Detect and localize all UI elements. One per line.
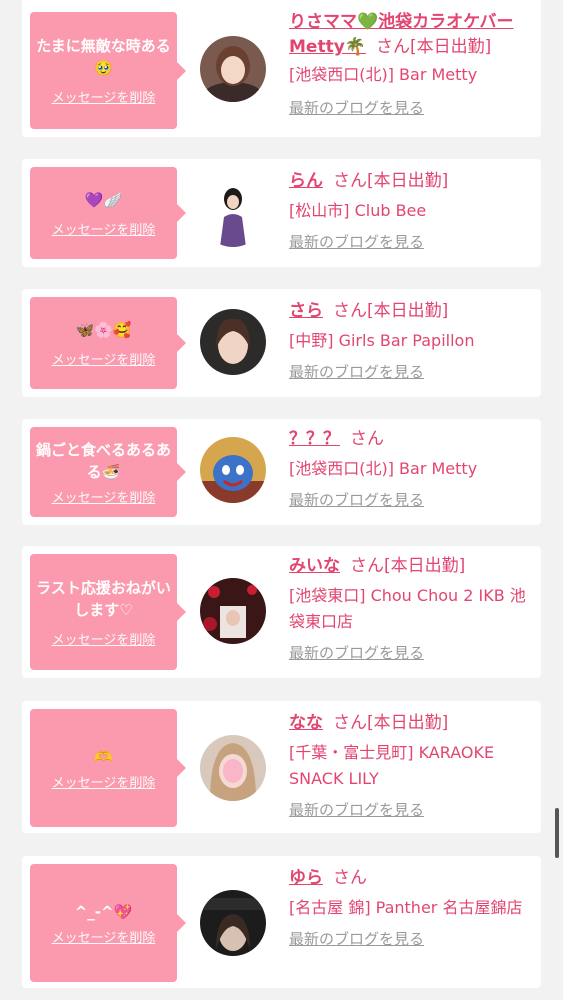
message-text: 🦋🌸🥰 [75,320,132,339]
honorific: さん [333,713,367,733]
delete-message-link[interactable]: メッセージを削除 [52,772,156,791]
message-bubble: 💜🪽 メッセージを削除 [30,167,186,259]
status-badge: [本日出勤] [367,301,449,321]
list-item: 鍋ごと食べるあるある🍜 メッセージを削除 ？？？ さん [池袋西口(北)] Bar… [22,419,541,525]
honorific: さん [333,301,367,321]
honorific: さん [375,37,410,57]
message-text: 💜🪽 [84,190,123,209]
list-item: ^_-^💖 メッセージを削除 ゆら さん [名古屋 錦] Panther 名古屋錦… [22,856,541,988]
shop-info: [千葉・富士見町] KARAOKE SNACK LILY [289,743,495,788]
scrollbar[interactable] [555,808,559,858]
status-badge: [本日出勤] [367,171,449,191]
cast-name-link[interactable]: なな [289,713,323,733]
delete-message-link[interactable]: メッセージを削除 [52,349,156,368]
shop-info: [池袋西口(北)] Bar Metty [289,459,478,478]
message-text: ^_-^💖 [74,902,133,921]
message-bubble: たまに無敵な時ある🥹 メッセージを削除 [30,12,186,129]
shop-info: [松山市] Club Bee [289,201,427,220]
shop-info: [池袋東口] Chou Chou 2 IKB 池袋東口店 [289,586,526,631]
honorific: さん [333,171,367,191]
message-bubble: 🦋🌸🥰 メッセージを削除 [30,297,186,389]
message-text: 鍋ごと食べるあるある🍜 [36,440,172,481]
shop-info: [中野] Girls Bar Papillon [289,331,475,350]
avatar[interactable] [200,437,266,503]
avatar[interactable] [200,735,266,801]
avatar[interactable] [200,309,266,375]
cast-info: みいな さん[本日出勤] [池袋東口] Chou Chou 2 IKB 池袋東口店… [289,554,529,663]
cast-name-link[interactable]: らん [289,171,323,191]
message-text: 🫶 [94,747,113,766]
list-item: 💜🪽 メッセージを削除 らん さん[本日出勤] [松山市] Club Bee 最新… [22,159,541,267]
delete-message-link[interactable]: メッセージを削除 [52,487,156,506]
message-bubble: 鍋ごと食べるあるある🍜 メッセージを削除 [30,427,186,517]
list-item: ラスト応援おねがいします♡ メッセージを削除 みいな さん[本日出勤] [池袋東口… [22,546,541,678]
avatar[interactable] [200,578,266,644]
list-item: たまに無敵な時ある🥹 メッセージを削除 りさママ💚池袋カラオケバーMetty🌴 さ… [22,0,541,137]
latest-blog-link[interactable]: 最新のブログを見る [289,362,424,382]
avatar[interactable] [200,181,266,247]
latest-blog-link[interactable]: 最新のブログを見る [289,490,424,510]
delete-message-link[interactable]: メッセージを削除 [52,927,156,946]
cast-name-link[interactable]: みいな [289,556,340,576]
avatar[interactable] [200,890,266,956]
delete-message-link[interactable]: メッセージを削除 [52,219,156,238]
message-bubble: ラスト応援おねがいします♡ メッセージを削除 [30,554,186,670]
latest-blog-link[interactable]: 最新のブログを見る [289,232,424,252]
message-bubble: ^_-^💖 メッセージを削除 [30,864,186,982]
status-badge: [本日出勤] [409,37,492,57]
cast-info: りさママ💚池袋カラオケバーMetty🌴 さん[本日出勤] [池袋西口(北)] Ba… [289,10,529,118]
cast-name-link[interactable]: ？？？ [289,429,340,449]
cast-info: ゆら さん [名古屋 錦] Panther 名古屋錦店 最新のブログを見る [289,866,529,949]
cast-info: なな さん[本日出勤] [千葉・富士見町] KARAOKE SNACK LILY … [289,711,529,820]
honorific: さん [350,429,384,449]
latest-blog-link[interactable]: 最新のブログを見る [289,800,424,820]
list-item: 🦋🌸🥰 メッセージを削除 さら さん[本日出勤] [中野] Girls Bar P… [22,289,541,397]
status-badge: [本日出勤] [367,713,449,733]
list-item: 🫶 メッセージを削除 なな さん[本日出勤] [千葉・富士見町] KARAOKE … [22,701,541,833]
delete-message-link[interactable]: メッセージを削除 [52,629,156,648]
delete-message-link[interactable]: メッセージを削除 [52,87,156,106]
cast-info: さら さん[本日出勤] [中野] Girls Bar Papillon 最新のブロ… [289,299,529,382]
message-text: ラスト応援おねがいします♡ [36,578,171,619]
shop-info: [名古屋 錦] Panther 名古屋錦店 [289,898,523,917]
cast-name-link[interactable]: さら [289,301,323,321]
status-badge: [本日出勤] [384,556,466,576]
shop-info: [池袋西口(北)] Bar Metty [289,65,478,84]
cast-info: ？？？ さん [池袋西口(北)] Bar Metty 最新のブログを見る [289,427,529,510]
message-text: たまに無敵な時ある🥹 [36,37,171,77]
honorific: さん [333,868,367,888]
honorific: さん [350,556,384,576]
cast-name-link[interactable]: ゆら [289,868,323,888]
message-bubble: 🫶 メッセージを削除 [30,709,186,827]
latest-blog-link[interactable]: 最新のブログを見る [289,98,424,118]
avatar[interactable] [200,36,266,102]
latest-blog-link[interactable]: 最新のブログを見る [289,643,424,663]
latest-blog-link[interactable]: 最新のブログを見る [289,929,424,949]
cast-info: らん さん[本日出勤] [松山市] Club Bee 最新のブログを見る [289,169,529,252]
